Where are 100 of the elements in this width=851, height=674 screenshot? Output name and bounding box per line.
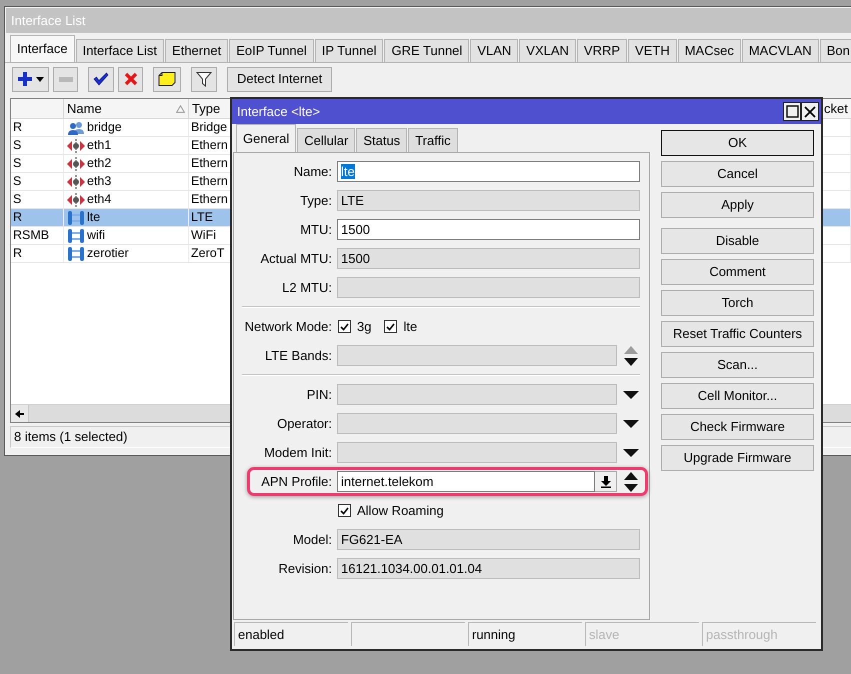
text-field[interactable]: 1500 — [337, 219, 640, 240]
field-label: L2 MTU: — [281, 280, 332, 296]
text-field[interactable] — [337, 442, 617, 463]
filter-icon — [196, 71, 212, 87]
text-field[interactable] — [337, 277, 640, 298]
dialog-button[interactable]: Reset Traffic Counters — [661, 321, 814, 347]
table-cell: eth4 — [87, 192, 112, 207]
up-down-arrows-icon[interactable] — [623, 470, 639, 492]
checkbox-label: 3g — [357, 318, 372, 334]
checkbox[interactable] — [338, 320, 351, 333]
table-cell: RSMB — [13, 228, 50, 243]
field-label: Model: — [292, 532, 332, 548]
tick-icon — [340, 322, 349, 330]
comment-button[interactable] — [153, 66, 181, 92]
dialog-button[interactable]: OK — [661, 130, 814, 156]
dialog-button[interactable]: Cell Monitor... — [661, 383, 814, 409]
tab[interactable]: IP Tunnel — [314, 39, 384, 62]
ladder-icon — [67, 210, 85, 226]
text-field[interactable]: LTE — [337, 190, 640, 211]
dialog-button[interactable]: Scan... — [661, 352, 814, 378]
ladder-icon — [67, 246, 85, 262]
arrows-icon — [67, 156, 85, 170]
disable-button[interactable] — [118, 66, 143, 92]
tab[interactable]: Status — [356, 128, 408, 152]
tab[interactable]: MACVLAN — [742, 39, 819, 62]
table-cell: S — [13, 138, 22, 153]
tab[interactable]: EoIP Tunnel — [229, 39, 314, 62]
table-cell: Ethern — [191, 192, 228, 207]
tab[interactable]: VETH — [628, 39, 677, 62]
table-cell: R — [13, 246, 22, 261]
tab[interactable]: MACsec — [678, 39, 741, 62]
checkbox[interactable] — [338, 504, 351, 517]
dialog-button[interactable]: Upgrade Firmware — [661, 445, 814, 471]
table-cell: S — [13, 192, 22, 207]
tab[interactable]: VRRP — [576, 39, 628, 62]
tab[interactable]: Interface List — [76, 39, 164, 62]
dialog-button[interactable]: Comment — [661, 259, 814, 285]
dialog-button[interactable]: Disable — [661, 228, 814, 254]
text-field[interactable]: 1500 — [337, 248, 640, 269]
tab[interactable]: Interface — [10, 35, 75, 62]
table-cell: S — [13, 156, 22, 171]
table-cell: R — [13, 210, 22, 225]
arrows-icon — [67, 138, 85, 152]
plus-icon — [17, 71, 33, 87]
column-title: Name — [67, 100, 102, 116]
table-cell: eth2 — [87, 156, 112, 171]
tab[interactable]: VLAN — [470, 39, 518, 62]
checkbox[interactable] — [384, 320, 398, 333]
dropdown-button[interactable] — [595, 471, 617, 492]
filter-button[interactable] — [191, 66, 217, 92]
table-cell: Ethern — [191, 156, 228, 171]
table-cell: ZeroT — [191, 246, 224, 261]
field-label: LTE Bands: — [264, 348, 332, 364]
note-icon — [158, 72, 176, 86]
field-label: Type: — [299, 192, 332, 208]
dialog-button[interactable]: Apply — [661, 192, 814, 218]
text-field[interactable]: internet.telekom — [337, 471, 595, 492]
table-cell: Ethern — [191, 174, 228, 189]
dialog-button[interactable]: Cancel — [661, 161, 814, 187]
text-field[interactable]: 16121.1034.00.01.01.04 — [337, 558, 640, 579]
scroll-left-button[interactable] — [11, 405, 29, 422]
check-icon — [93, 72, 109, 86]
tab[interactable]: General — [236, 124, 296, 152]
text-field[interactable] — [337, 413, 617, 434]
tab[interactable]: Traffic — [408, 128, 458, 152]
toolbar-button[interactable]: Detect Internet — [227, 66, 332, 92]
status-cell: enabled — [234, 622, 348, 646]
column-title: Type — [192, 100, 220, 116]
tab[interactable]: Ethernet — [165, 39, 228, 62]
tab[interactable]: Cellular — [297, 128, 356, 152]
dialog-button[interactable]: Check Firmware — [661, 414, 814, 440]
left-arrow-icon — [15, 410, 24, 418]
table-cell: zerotier — [87, 246, 129, 261]
tab[interactable]: VXLAN — [519, 39, 576, 62]
dialog-button[interactable]: Torch — [661, 290, 814, 316]
text-field[interactable] — [337, 384, 617, 405]
table-cell: lte — [87, 210, 100, 225]
field-label: Revision: — [278, 560, 332, 576]
status-cell: running — [468, 622, 582, 646]
column-header[interactable]: Name — [64, 99, 189, 119]
table-cell: Ethern — [191, 138, 228, 153]
tab[interactable]: GRE Tunnel — [384, 39, 470, 62]
table-cell: S — [13, 174, 22, 189]
table-cell: Bridge — [191, 120, 228, 135]
dropdown-arrow-icon[interactable] — [623, 448, 639, 456]
text-field[interactable]: lte — [337, 161, 640, 182]
text-field[interactable] — [337, 345, 617, 366]
tick-icon — [340, 506, 349, 514]
add-button[interactable] — [12, 66, 49, 92]
table-cell: wifi — [87, 228, 106, 243]
close-button[interactable] — [801, 102, 819, 121]
dropdown-arrow-icon[interactable] — [623, 420, 639, 428]
field-label: Name: — [292, 164, 332, 180]
tab[interactable]: Bon — [820, 39, 851, 62]
maximize-button[interactable] — [783, 102, 801, 121]
text-field[interactable]: FG621-EA — [337, 529, 640, 550]
enable-button[interactable] — [88, 66, 114, 92]
window-title: Interface List — [11, 12, 86, 28]
dropdown-arrow-icon[interactable] — [623, 390, 639, 398]
window-title: Interface <lte> — [237, 104, 320, 120]
